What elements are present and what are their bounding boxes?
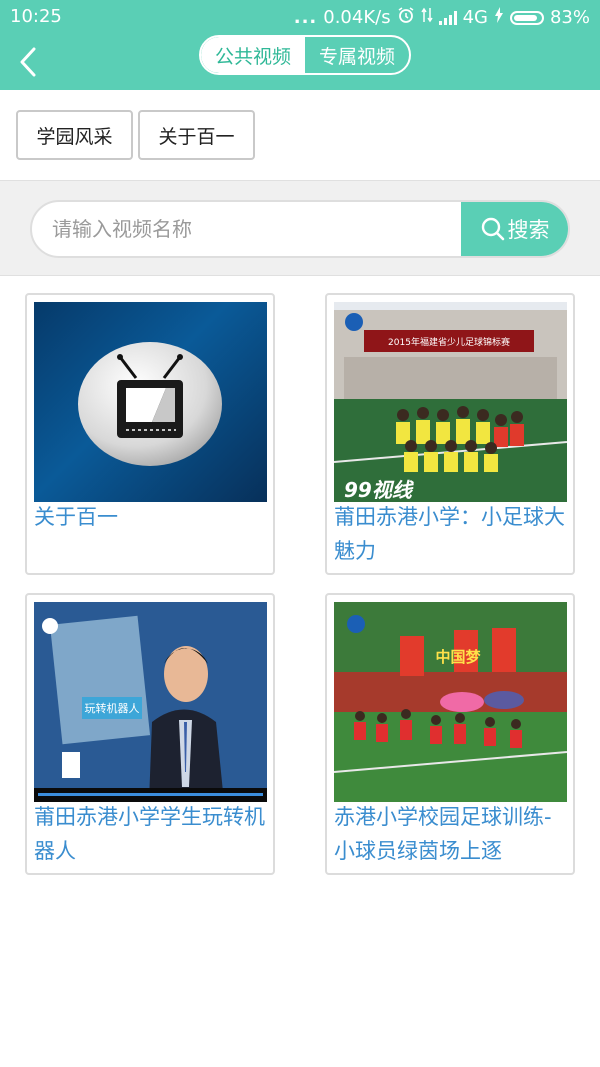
- news-anchor-photo: 玩转机器人: [34, 602, 267, 802]
- nav-bar: 公共视频 专属视频: [0, 34, 600, 90]
- thumbnail-watermark: 99视线: [344, 478, 415, 502]
- search-input[interactable]: [52, 202, 452, 256]
- category-bar: 学园风采 关于百一: [0, 90, 600, 180]
- video-title: 关于百一: [34, 505, 118, 529]
- video-thumbnail: 中国梦: [334, 602, 567, 802]
- video-title: 莆田赤港小学：小足球大魅力: [334, 505, 565, 563]
- tab-public-videos[interactable]: 公共视频: [201, 37, 305, 73]
- video-title: 赤港小学校园足球训练-小球员绿茵场上逐: [334, 805, 552, 863]
- alarm-icon: [397, 6, 415, 29]
- back-button[interactable]: [14, 42, 44, 82]
- network-speed: 0.04K/s: [323, 7, 391, 28]
- status-time: 10:25: [10, 6, 62, 27]
- video-card[interactable]: 玩转机器人 莆田赤港小学学生玩转机器人: [25, 593, 275, 875]
- video-thumbnail: 玩转机器人: [34, 602, 267, 802]
- video-card[interactable]: 关于百一: [25, 293, 275, 575]
- thumbnail-caption: 玩转机器人: [85, 701, 140, 715]
- network-type: 4G: [462, 7, 488, 28]
- search-icon: [481, 217, 504, 241]
- tab-exclusive-videos[interactable]: 专属视频: [305, 37, 409, 73]
- thumbnail-banner-text: 2015年福建省少儿足球锦标赛: [388, 336, 510, 348]
- video-type-toggle: 公共视频 专属视频: [199, 35, 411, 75]
- battery-icon: [509, 11, 544, 25]
- video-thumbnail: 2015年福建省少儿足球锦标赛 99视线: [334, 302, 567, 502]
- category-campus-style[interactable]: 学园风采: [16, 110, 133, 160]
- thumbnail-slogan: 中国梦: [435, 648, 481, 666]
- search-button[interactable]: 搜索: [461, 202, 568, 256]
- video-title: 莆田赤港小学学生玩转机器人: [34, 805, 265, 863]
- chinese-dream-photo: 中国梦: [334, 602, 567, 802]
- video-thumbnail: [34, 302, 267, 502]
- battery-percent: 83%: [549, 7, 590, 28]
- chevron-left-icon: [20, 47, 36, 77]
- video-card[interactable]: 2015年福建省少儿足球锦标赛 99视线 莆田赤港小学：小足球大魅力: [325, 293, 575, 575]
- search-box: 搜索: [30, 200, 570, 258]
- charging-icon: [494, 7, 504, 28]
- status-dots: ...: [293, 7, 318, 28]
- football-team-photo: 2015年福建省少儿足球锦标赛 99视线: [334, 302, 567, 502]
- signal-icon: [438, 10, 457, 25]
- category-about-baiyi[interactable]: 关于百一: [138, 110, 255, 160]
- data-transfer-icon: [420, 6, 433, 29]
- search-section: 搜索: [0, 180, 600, 276]
- video-card[interactable]: 中国梦 赤港小学校园足球训练-小球员绿茵场上逐: [325, 593, 575, 875]
- tv-icon: [78, 342, 222, 466]
- search-button-label: 搜索: [507, 218, 550, 242]
- status-bar: 10:25 ... 0.04K/s 4G 83%: [0, 0, 600, 34]
